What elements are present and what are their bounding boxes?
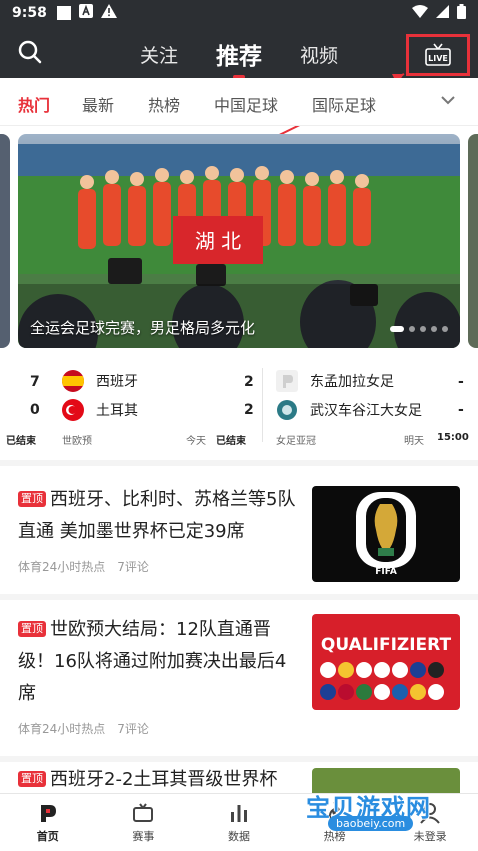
thumbnail-brand-text: FIFA: [375, 567, 397, 577]
away-score: -: [458, 402, 464, 418]
nav-data[interactable]: 数据: [191, 794, 287, 851]
category-intl-football[interactable]: 国际足球: [312, 92, 376, 116]
site-watermark: 宝贝游戏网 baobeiy.com: [300, 782, 470, 842]
away-team: 土耳其: [62, 399, 138, 421]
nav-label: 首页: [36, 829, 59, 843]
banner-next-peek: [468, 134, 478, 348]
away-team: 武汉车谷江大女足: [276, 399, 422, 421]
home-score: 2: [244, 374, 254, 390]
away-team-name: 武汉车谷江大女足: [310, 403, 422, 419]
team-logo-placeholder-icon: [276, 370, 298, 392]
qualified-flags-image: QUALIFIZIERT: [320, 635, 452, 700]
news-title: 置顶 西班牙、比利时、苏格兰等5队直通 美加墨世界杯已定39席: [18, 484, 304, 548]
chevron-down-icon: [441, 96, 455, 105]
banner-slide[interactable]: 湖 北 全运会足球完赛，男足格局多元化: [18, 134, 460, 348]
section-separator: [0, 756, 478, 762]
pinned-badge: 置顶: [18, 491, 46, 507]
category-trending[interactable]: 热榜: [148, 92, 180, 116]
match-status: 已结束: [216, 436, 246, 447]
home-team-name: 东孟加拉女足: [310, 374, 394, 390]
news-thumbnail: QUALIFIZIERT: [312, 614, 460, 710]
nav-label: 数据: [227, 829, 250, 843]
spain-flag-icon: [62, 370, 84, 392]
nav-label: 赛事: [132, 829, 155, 843]
divider: [262, 368, 263, 442]
carousel-dot-active: [390, 326, 404, 332]
news-meta: 体育24小时热点 7评论: [18, 558, 161, 575]
category-latest[interactable]: 最新: [82, 92, 114, 116]
news-item[interactable]: 置顶 西班牙、比利时、苏格兰等5队直通 美加墨世界杯已定39席 体育24小时热点 7…: [0, 476, 478, 588]
world-cup-trophy-image: FIFA: [356, 492, 416, 577]
turkey-flag-icon: [62, 399, 84, 421]
news-title: 置顶 世欧预大结局：12队直通晋级！16队将通过附加赛决出最后4席: [18, 614, 304, 710]
thumbnail-headline: QUALIFIZIERT: [321, 635, 452, 655]
news-meta: 体育24小时热点 7评论: [18, 720, 161, 737]
away-score: 2: [244, 402, 254, 418]
banner-flag-text: 湖 北: [195, 229, 241, 253]
news-title: 置顶 西班牙2-2土耳其晋级世界杯: [18, 764, 304, 793]
away-team-name: 土耳其: [96, 403, 138, 419]
bar-chart-icon: [230, 804, 247, 822]
category-bar: 热门 最新 热榜 中国足球 国际足球: [0, 78, 478, 126]
news-title-text: 西班牙、比利时、苏格兰等5队直通 美加墨世界杯已定39席: [18, 489, 296, 542]
news-source: 体育24小时热点: [18, 560, 106, 574]
section-separator: [0, 594, 478, 600]
news-source: 体育24小时热点: [18, 722, 106, 736]
home-score: -: [458, 374, 464, 390]
news-comments: 7评论: [117, 722, 149, 736]
match-date: 明天: [404, 436, 424, 447]
carousel-dot: [442, 326, 448, 332]
carousel-indicator: [390, 326, 448, 332]
category-hot[interactable]: 热门: [18, 92, 50, 116]
banner-prev-peek: [0, 134, 10, 348]
pinned-badge: 置顶: [18, 771, 46, 787]
competition-name: 世欧预: [62, 436, 92, 447]
competition-name: 女足亚冠: [276, 436, 316, 447]
carousel-dot: [409, 326, 415, 332]
home-team: 西班牙: [62, 370, 138, 392]
match-status: 已结束: [6, 436, 36, 447]
banner-image: 湖 北: [18, 134, 460, 348]
partial-score-home: 7: [30, 374, 40, 390]
news-comments: 7评论: [117, 560, 149, 574]
banner-caption: 全运会足球完赛，男足格局多元化: [30, 319, 256, 337]
watermark-url: baobeiy.com: [328, 816, 414, 831]
home-team-name: 西班牙: [96, 374, 138, 390]
news-thumbnail: FIFA: [312, 486, 460, 582]
nav-home[interactable]: 首页: [0, 794, 96, 851]
home-team: 东孟加拉女足: [276, 370, 394, 392]
home-logo-icon: [40, 804, 56, 822]
nav-matches[interactable]: 赛事: [96, 794, 192, 851]
partial-score-away: 0: [30, 402, 40, 418]
pinned-badge: 置顶: [18, 621, 46, 637]
live-scores-strip: 7 0 已结束 西班牙 2 土耳其 2 世欧预 今天 已结束 东孟加拉女足 -: [0, 360, 478, 450]
news-title-text: 西班牙2-2土耳其晋级世界杯: [50, 769, 278, 790]
section-separator: [0, 460, 478, 466]
tv-icon: [133, 802, 154, 822]
carousel-dot: [420, 326, 426, 332]
match-time: 15:00: [437, 432, 469, 443]
banner-carousel[interactable]: 湖 北 全运会足球完赛，男足格局多元化: [0, 134, 478, 350]
category-china-football[interactable]: 中国足球: [214, 92, 278, 116]
carousel-dot: [431, 326, 437, 332]
expand-categories-button[interactable]: [440, 92, 456, 108]
match-date: 今天: [186, 436, 206, 447]
news-item[interactable]: 置顶 世欧预大结局：12队直通晋级！16队将通过附加赛决出最后4席 体育24小时热…: [0, 606, 478, 756]
match-card[interactable]: 东孟加拉女足 - 武汉车谷江大女足 - 女足亚冠 明天 15:00: [272, 360, 478, 450]
news-title-text: 世欧预大结局：12队直通晋级！16队将通过附加赛决出最后4席: [18, 619, 287, 704]
match-card[interactable]: 西班牙 2 土耳其 2 世欧预 今天 已结束: [58, 360, 258, 450]
team-logo-icon: [276, 399, 298, 421]
